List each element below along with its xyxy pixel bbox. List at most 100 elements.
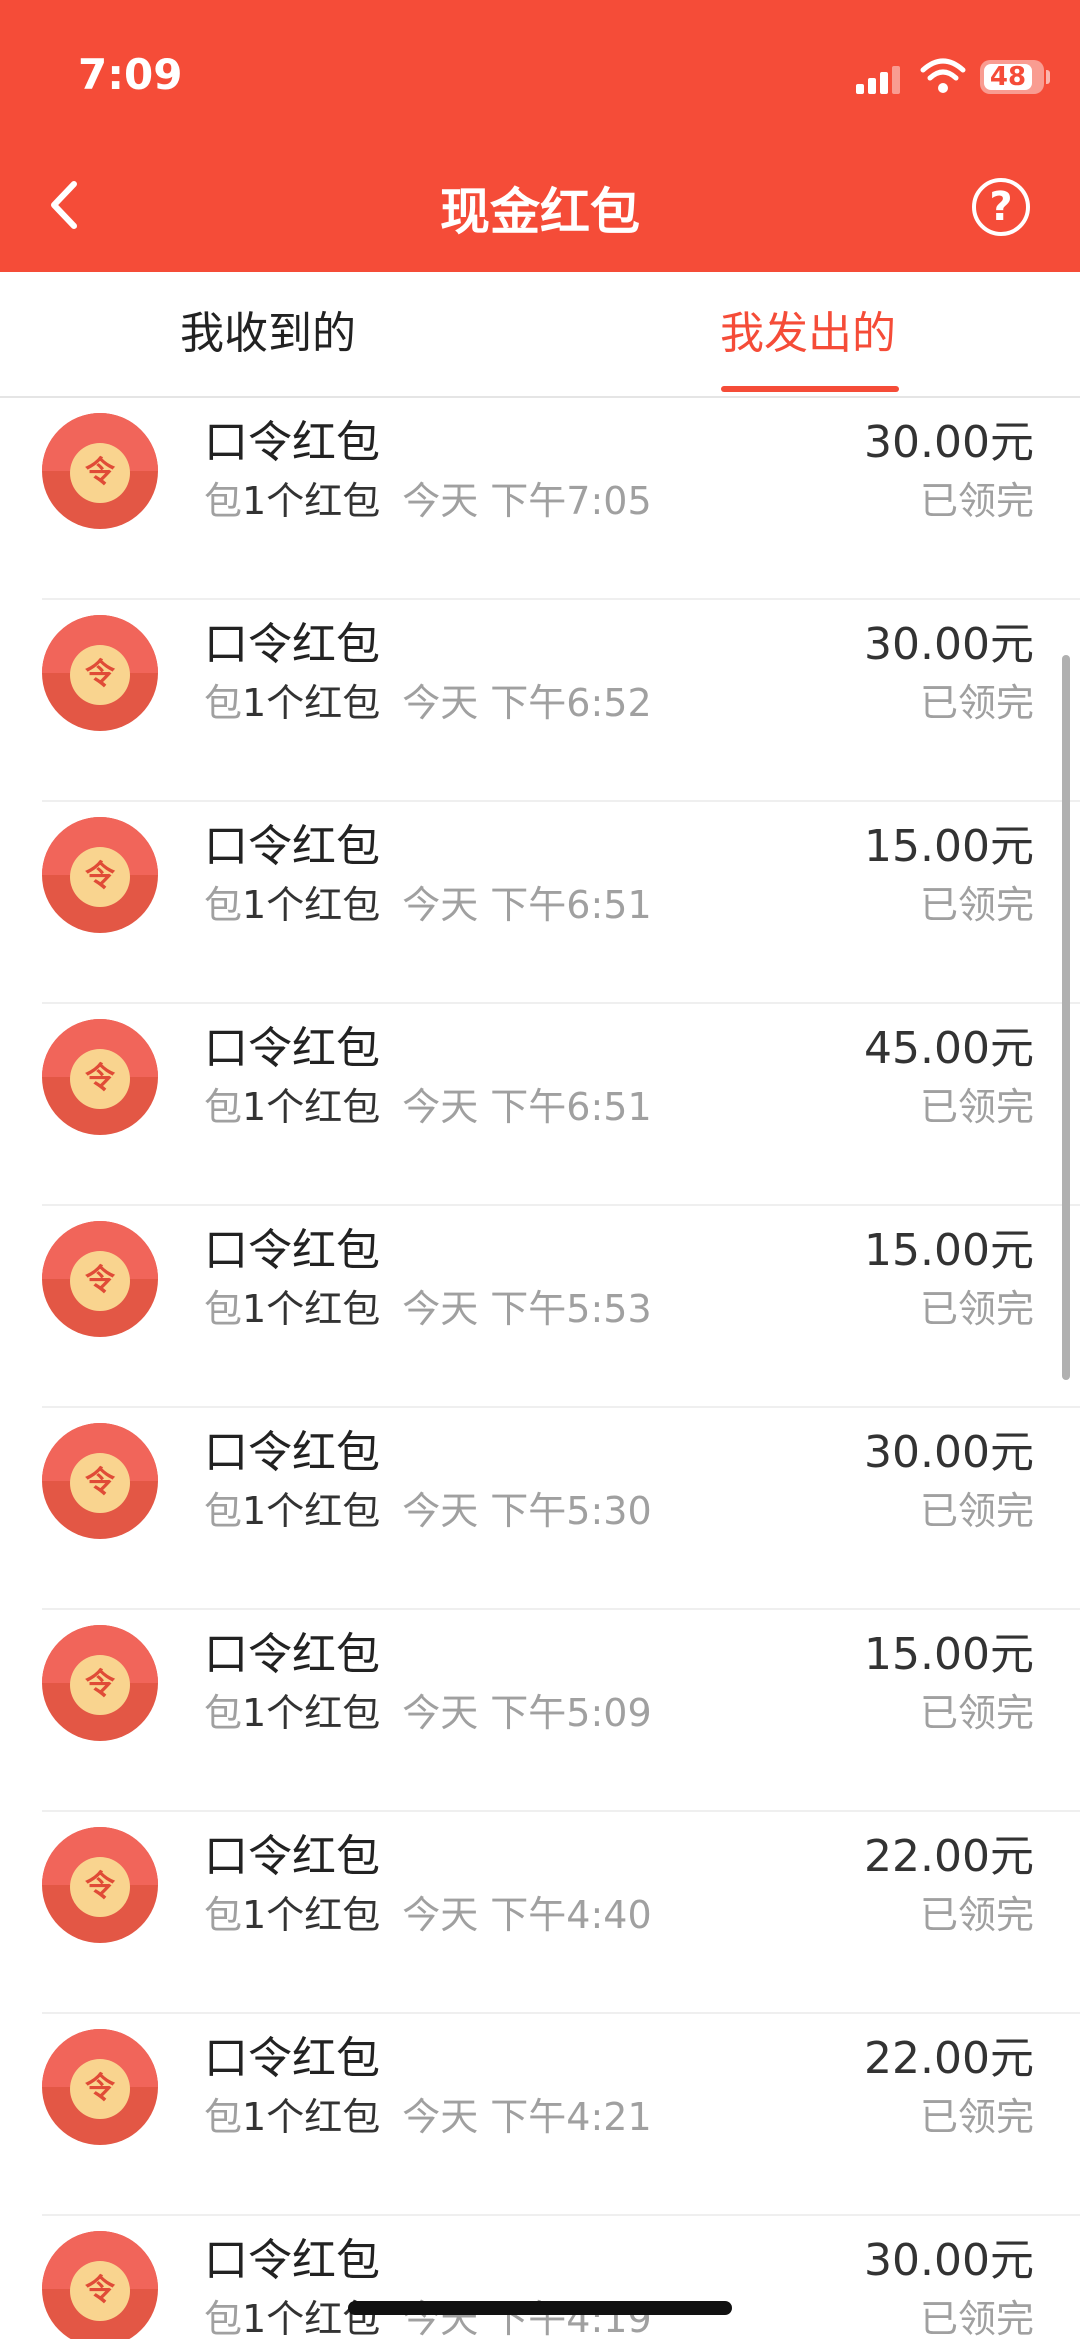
item-status: 已领完 (919, 1893, 1034, 1937)
item-time: 今天 下午6:52 (402, 681, 652, 725)
item-prefix: 包 (204, 1691, 243, 1735)
red-packet-icon: 令 (42, 2231, 158, 2339)
item-count: 1个红包 (242, 1085, 381, 1129)
tab-sent[interactable]: 我发出的 (658, 272, 958, 396)
wifi-icon (920, 58, 966, 93)
item-status: 已领完 (919, 2095, 1034, 2139)
coin-icon: 令 (70, 1453, 130, 1513)
item-status: 已领完 (919, 883, 1034, 927)
list-item[interactable]: 令 口令红包 包1个红包 今天 下午6:51 15.00元 已领完 (0, 802, 1080, 1004)
coin-icon: 令 (70, 645, 130, 705)
item-subtitle: 包1个红包 今天 下午6:51 (204, 1076, 652, 1131)
item-subtitle: 包1个红包 今天 下午4:21 (204, 2086, 652, 2141)
item-title: 口令红包 (204, 1023, 380, 1074)
item-subtitle: 包1个红包 今天 下午7:05 (204, 470, 652, 525)
item-prefix: 包 (204, 1085, 243, 1129)
item-time: 今天 下午5:09 (402, 1691, 652, 1735)
tab-bar: 我收到的 我发出的 (0, 272, 1080, 398)
item-title: 口令红包 (204, 1225, 380, 1276)
coin-icon: 令 (70, 1251, 130, 1311)
item-prefix: 包 (204, 2095, 243, 2139)
item-status: 已领完 (919, 479, 1034, 523)
list-item[interactable]: 令 口令红包 包1个红包 今天 下午4:21 22.00元已领完 (0, 2014, 1080, 2216)
red-packet-icon: 令 (42, 817, 158, 933)
tab-received[interactable]: 我收到的 (118, 272, 418, 396)
item-count: 1个红包 (242, 1691, 381, 1735)
coin-icon: 令 (70, 443, 130, 503)
list-item[interactable]: 令 口令红包 包1个红包 今天 下午5:53 15.00元 已领完 (0, 1206, 1080, 1408)
cellular-signal-icon (856, 66, 900, 94)
item-amount: 15.00元 (864, 1629, 1034, 1680)
active-tab-indicator (721, 386, 899, 392)
item-count: 1个红包 (242, 1489, 381, 1533)
item-status: 已领完 (919, 1489, 1034, 1533)
item-subtitle: 包1个红包 今天 下午5:53 (204, 1278, 652, 1333)
item-prefix: 包 (204, 2297, 243, 2339)
item-amount: 15.00元 (864, 1225, 1034, 1276)
item-title: 口令红包 (204, 1629, 380, 1680)
red-packet-icon: 令 (42, 1827, 158, 1943)
item-prefix: 包 (204, 681, 243, 725)
item-count: 1个红包 (242, 1893, 381, 1937)
item-title: 口令红包 (204, 1427, 380, 1478)
item-amount: 22.00元 (864, 2033, 1034, 2084)
item-subtitle: 包1个红包 今天 下午6:51 (204, 874, 652, 929)
item-title: 口令红包 (204, 2033, 380, 2084)
list-item[interactable]: 令 口令红包 包1个红包 今天 下午5:30 30.00元 已领完 (0, 1408, 1080, 1610)
list-item[interactable]: 令 口令红包包1个红包 今天 下午6:52 30.00元已领完 (0, 600, 1080, 802)
item-count: 1个红包 (242, 2095, 381, 2139)
list-item[interactable]: 令 口令红包 包1个红包 今天 下午5:09 15.00元 已领完 (0, 1610, 1080, 1812)
item-title: 口令红包 (204, 821, 380, 872)
scrollbar[interactable] (1062, 655, 1070, 1380)
list-item[interactable]: 令口令红包 包1个红包 今天 下午4:19 30.00元 已领完 (0, 2216, 1080, 2339)
red-packet-icon: 令 (42, 615, 158, 731)
question-circle-icon[interactable]: ? (972, 178, 1030, 236)
item-prefix: 包 (204, 1893, 243, 1937)
item-amount: 15.00元 (864, 821, 1034, 872)
item-time: 今天 下午6:51 (402, 1085, 652, 1129)
item-subtitle: 包1个红包 今天 下午5:09 (204, 1682, 652, 1737)
item-title: 口令红包 (204, 417, 380, 468)
item-amount: 30.00元 (864, 417, 1034, 468)
red-packet-list: 令口令红包 包1个红包 今天 下午7:05 30.00元 已领完令口令红包 包1个红包 今天… (0, 398, 1080, 2339)
item-status: 已领完 (919, 2297, 1034, 2339)
item-amount: 22.00元 (864, 1831, 1034, 1882)
item-subtitle: 包1个红包 今天 下午5:30 (204, 1480, 652, 1535)
coin-icon: 令 (70, 847, 130, 907)
list-item[interactable]: 令 口令红包 包1个红包 今天 下午7:05 30.00元 已领完 (0, 398, 1080, 600)
list-item[interactable]: 令 口令红包 包1个红包 今天 下午6:51 45.00元 已领完 (0, 1004, 1080, 1206)
item-count: 1个红包 (242, 1287, 381, 1331)
red-packet-icon: 令 (42, 1019, 158, 1135)
coin-icon: 令 (70, 2059, 130, 2119)
red-packet-icon: 令 (42, 413, 158, 529)
list-item[interactable]: 令 口令红包 包1个红包 今天 下午4:40 22.00元 已领完 (0, 1812, 1080, 2014)
item-time: 今天 下午6:51 (402, 883, 652, 927)
coin-icon: 令 (70, 1655, 130, 1715)
item-count: 1个红包 (242, 681, 381, 725)
status-time: 7:09 (78, 50, 183, 99)
item-amount: 30.00元 (864, 2235, 1034, 2286)
item-title: 口令红包 (204, 1831, 380, 1882)
battery-level: 48 (989, 62, 1027, 92)
item-prefix: 包 (204, 479, 243, 523)
item-subtitle: 包1个红包 今天 下午4:40 (204, 1884, 652, 1939)
item-status: 已领完 (919, 1085, 1034, 1129)
item-title: 口令红包 (204, 619, 380, 670)
item-time: 今天 下午5:30 (402, 1489, 652, 1533)
item-amount: 30.00元 (864, 619, 1034, 670)
page-title: 现金红包 (440, 183, 640, 241)
coin-icon: 令 (70, 2261, 130, 2321)
home-indicator[interactable] (348, 2301, 732, 2315)
item-time: 今天 下午7:05 (402, 479, 652, 523)
app-header: 7:09 48 现金红包 ? (0, 0, 1080, 272)
item-amount: 30.00元 (864, 1427, 1034, 1478)
item-count: 1个红包 (242, 883, 381, 927)
item-prefix: 包 (204, 883, 243, 927)
item-time: 今天 下午4:40 (402, 1893, 652, 1937)
item-title: 口令红包 (204, 2235, 380, 2286)
item-prefix: 包 (204, 1489, 243, 1533)
battery-icon: 48 (980, 60, 1044, 94)
coin-icon: 令 (70, 1857, 130, 1917)
item-count: 1个红包 (242, 479, 381, 523)
item-status: 已领完 (919, 681, 1034, 725)
